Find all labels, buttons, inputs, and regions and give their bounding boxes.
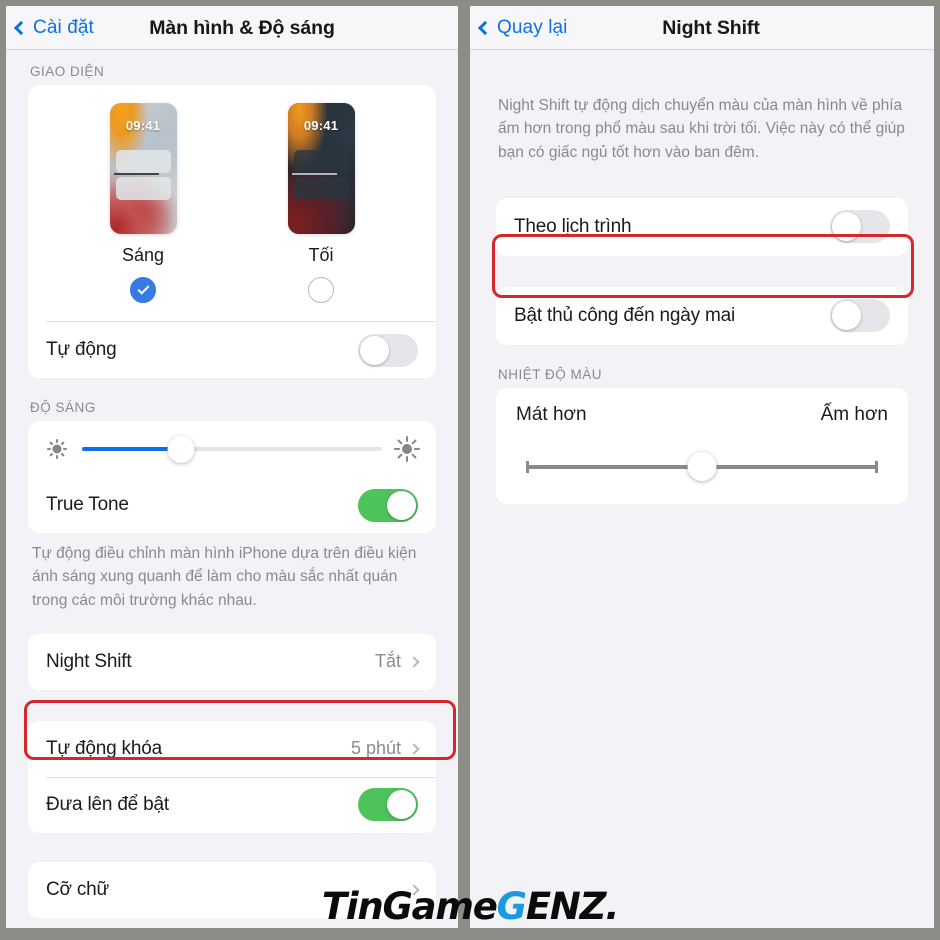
display-brightness-screen: Cài đặt Màn hình & Độ sáng GIAO DIỆN 09:… <box>6 6 458 928</box>
light-wallpaper-thumbnail: 09:41 <box>109 103 177 234</box>
light-wallpaper-image: 09:41 <box>109 103 177 234</box>
night-shift-value: Tắt <box>374 651 401 672</box>
raise-to-wake-label: Đưa lên để bật <box>46 793 169 815</box>
toggle-knob <box>832 301 861 331</box>
brightness-low-icon <box>44 436 70 462</box>
schedule-toggle[interactable] <box>830 210 890 244</box>
auto-lock-card: Tự động khóa 5 phút Đưa lên để bật <box>28 720 436 833</box>
brightness-section-header: ĐỘ SÁNG <box>30 400 96 415</box>
brightness-slider-row <box>28 421 436 477</box>
toggle-knob <box>832 212 861 242</box>
brightness-slider-knob[interactable] <box>167 435 195 463</box>
night-shift-row[interactable]: Night Shift Tắt <box>28 634 436 690</box>
color-temperature-track-cap-left <box>526 460 529 473</box>
night-shift-description: Night Shift tự động dịch chuyển màu của … <box>498 97 905 161</box>
light-theme-label: Sáng <box>121 245 165 265</box>
dark-thumbnail-widget-bar-2 <box>293 177 349 200</box>
raise-to-wake-row[interactable]: Đưa lên để bật <box>28 776 436 833</box>
panel-divider <box>458 0 470 940</box>
check-icon <box>136 282 150 295</box>
watermark-part-g: G <box>496 885 527 928</box>
schedule-right <box>830 210 890 244</box>
true-tone-footnote: Tự động điều chỉnh màn hình iPhone dựa t… <box>32 545 417 609</box>
light-thumbnail-time: 09:41 <box>125 118 161 133</box>
manual-card: Bật thủ công đến ngày mai <box>496 286 908 345</box>
auto-lock-label: Tự động khóa <box>46 737 162 759</box>
raise-to-wake-toggle[interactable] <box>358 788 418 822</box>
light-thumbnail-widget-bar-1 <box>115 150 171 173</box>
color-temperature-track-cap-right <box>875 460 878 473</box>
manual-toggle[interactable] <box>830 299 890 333</box>
dark-thumbnail-divider-line <box>291 173 337 175</box>
dark-theme-radio[interactable] <box>308 277 334 303</box>
watermark: TinGameGENZ. <box>0 885 940 928</box>
dark-theme-label: Tối <box>308 245 334 265</box>
light-thumbnail-divider-line <box>113 173 159 175</box>
warmer-label: Ấm hơn <box>820 403 888 425</box>
page-title: Màn hình & Độ sáng <box>149 16 335 39</box>
manual-label: Bật thủ công đến ngày mai <box>514 304 736 326</box>
automatic-appearance-row[interactable]: Tự động <box>28 322 436 378</box>
color-temperature-labels: Mát hơn Ấm hơn <box>516 404 888 426</box>
toggle-knob <box>360 335 389 365</box>
manual-row[interactable]: Bật thủ công đến ngày mai <box>496 287 908 345</box>
color-temperature-track-wrap[interactable] <box>516 452 888 482</box>
night-shift-right: Tắt <box>374 651 420 672</box>
cooler-label: Mát hơn <box>516 403 587 425</box>
dark-wallpaper-thumbnail: 09:41 <box>287 103 355 234</box>
toggle-knob <box>387 490 416 520</box>
light-theme-radio[interactable] <box>130 277 156 303</box>
night-shift-label: Night Shift <box>46 650 132 672</box>
chevron-right-icon <box>408 656 420 668</box>
color-temperature-slider-knob[interactable] <box>687 452 717 482</box>
color-temperature-card: Mát hơn Ấm hơn <box>496 387 908 504</box>
schedule-row[interactable]: Theo lịch trình <box>496 198 908 256</box>
automatic-appearance-label: Tự động <box>46 339 117 360</box>
schedule-card: Theo lịch trình <box>496 197 908 256</box>
brightness-card: True Tone <box>28 421 436 533</box>
schedule-label: Theo lịch trình <box>514 215 632 237</box>
brightness-track-wrap[interactable] <box>82 435 382 463</box>
night-shift-screen: Quay lại Night Shift Night Shift tự động… <box>470 6 934 928</box>
automatic-appearance-toggle[interactable] <box>358 333 418 367</box>
automatic-appearance-right <box>358 333 418 367</box>
watermark-part-a: TinGame <box>321 885 498 928</box>
true-tone-right <box>358 488 418 522</box>
dark-thumbnail-time: 09:41 <box>303 118 339 133</box>
watermark-part-b: ENZ. <box>525 885 620 928</box>
left-scroll-area[interactable]: GIAO DIỆN 09:41 Sáng 09:41 Tối Tự động Đ… <box>6 50 458 928</box>
night-shift-card: Night Shift Tắt <box>28 633 436 690</box>
screenshot-root: Cài đặt Màn hình & Độ sáng GIAO DIỆN 09:… <box>0 0 940 940</box>
theme-option-light[interactable]: 09:41 Sáng <box>109 103 177 303</box>
true-tone-toggle[interactable] <box>358 488 418 522</box>
dark-wallpaper-image: 09:41 <box>287 103 355 234</box>
brightness-track-fill <box>82 447 181 451</box>
auto-lock-row[interactable]: Tự động khóa 5 phút <box>28 721 436 777</box>
appearance-section-header: GIAO DIỆN <box>30 64 105 79</box>
auto-lock-right: 5 phút <box>350 738 420 759</box>
raise-to-wake-right <box>358 788 418 822</box>
chevron-right-icon <box>408 743 420 755</box>
right-scroll-area[interactable]: Night Shift tự động dịch chuyển màu của … <box>470 50 934 928</box>
right-navigation-bar: Quay lại Night Shift <box>470 6 934 50</box>
manual-right <box>830 299 890 333</box>
color-temperature-section-header: NHIỆT ĐỘ MÀU <box>498 366 603 382</box>
theme-option-row: 09:41 Sáng 09:41 Tối <box>28 103 436 303</box>
auto-lock-value: 5 phút <box>350 738 401 759</box>
page-title: Night Shift <box>662 16 760 39</box>
toggle-knob <box>387 790 416 820</box>
true-tone-label: True Tone <box>46 494 129 515</box>
true-tone-row[interactable]: True Tone <box>28 477 436 533</box>
theme-option-dark[interactable]: 09:41 Tối <box>287 103 355 303</box>
dark-thumbnail-widget-bar-1 <box>293 150 349 173</box>
appearance-card: 09:41 Sáng 09:41 Tối Tự động <box>28 85 436 378</box>
light-thumbnail-widget-bar-2 <box>115 177 171 200</box>
brightness-high-icon <box>394 436 420 462</box>
left-navigation-bar: Cài đặt Màn hình & Độ sáng <box>6 6 458 50</box>
